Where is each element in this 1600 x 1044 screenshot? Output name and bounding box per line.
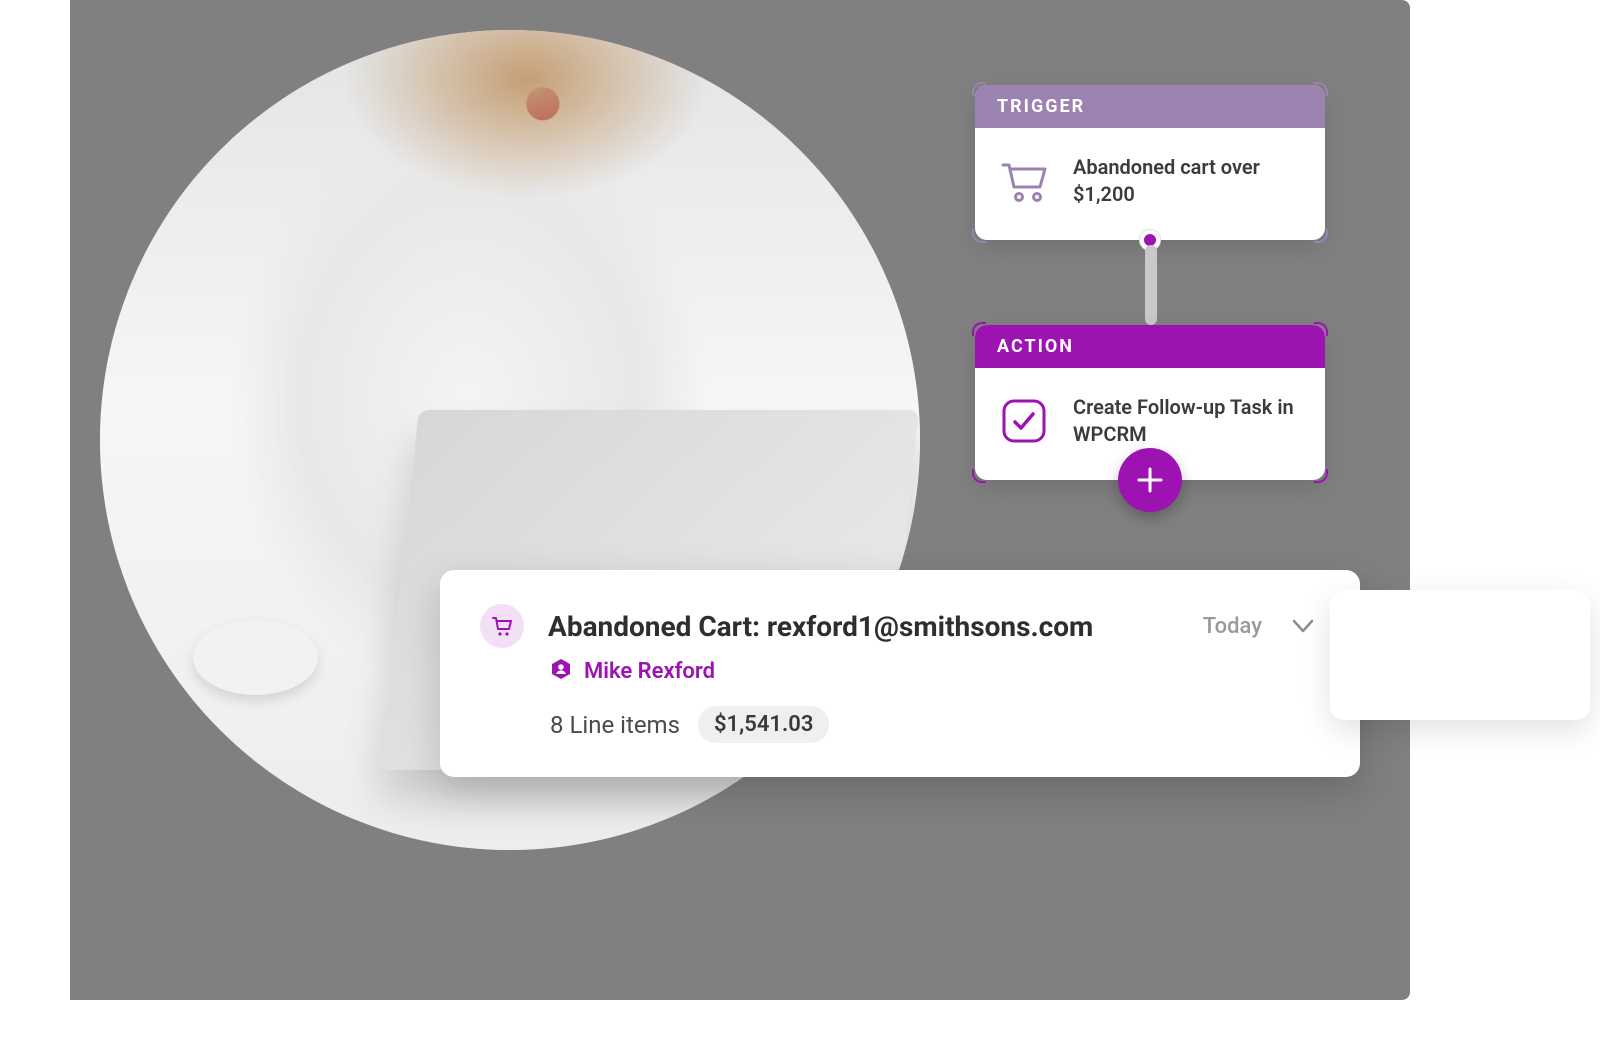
workflow-connector bbox=[1145, 245, 1157, 325]
task-title: Abandoned Cart: rexford1@smithsons.com bbox=[548, 610, 1179, 643]
partial-card bbox=[1330, 590, 1590, 720]
workflow-trigger-card[interactable]: TRIGGER Abandoned cart over $1,200 bbox=[975, 85, 1325, 240]
shopping-cart-icon bbox=[997, 157, 1051, 205]
cart-badge-icon bbox=[480, 604, 524, 648]
task-total-pill: $1,541.03 bbox=[698, 706, 829, 743]
chevron-down-icon bbox=[1290, 613, 1316, 639]
add-step-button[interactable] bbox=[1118, 448, 1182, 512]
plus-icon bbox=[1135, 465, 1165, 495]
workflow-action-card[interactable]: ACTION Create Follow-up Task in WPCRM bbox=[975, 325, 1325, 480]
mouse-illustration bbox=[193, 620, 318, 695]
person-icon bbox=[550, 658, 572, 684]
expand-button[interactable] bbox=[1286, 609, 1320, 643]
trigger-header: TRIGGER bbox=[975, 85, 1325, 128]
trigger-text: Abandoned cart over $1,200 bbox=[1073, 154, 1303, 208]
action-text: Create Follow-up Task in WPCRM bbox=[1073, 394, 1303, 448]
task-date: Today bbox=[1203, 614, 1262, 639]
action-header: ACTION bbox=[975, 325, 1325, 368]
task-line-items: 8 Line items bbox=[550, 711, 680, 739]
abandoned-cart-task-card[interactable]: Abandoned Cart: rexford1@smithsons.com T… bbox=[440, 570, 1360, 777]
task-user-name[interactable]: Mike Rexford bbox=[584, 659, 715, 684]
check-box-icon bbox=[997, 397, 1051, 445]
